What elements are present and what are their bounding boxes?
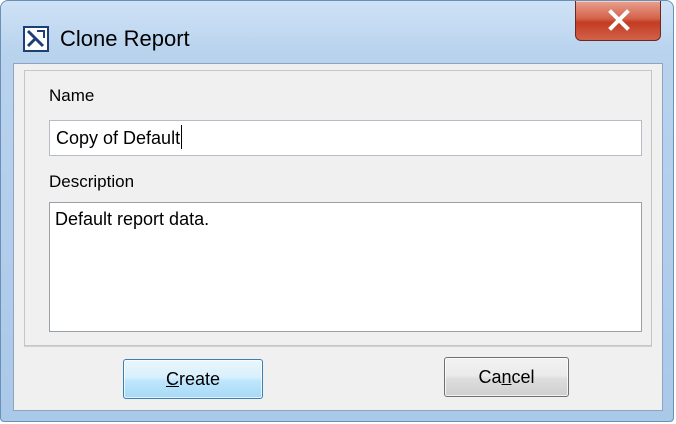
cancel-button[interactable]: Cancel [444,357,569,397]
cancel-label-post: cel [511,367,535,387]
report-icon [23,26,49,52]
name-input[interactable]: Copy of Default [49,120,642,156]
create-mnemonic: C [165,369,179,389]
description-value: Default report data. [55,209,210,229]
dialog-content: Name Copy of Default Description Default… [13,63,663,411]
cancel-label-pre: Ca [478,367,502,387]
button-divider [24,346,652,347]
cancel-mnemonic: n [501,367,512,387]
create-label: reate [178,369,221,389]
title-bar[interactable]: Clone Report [1,1,673,63]
create-button[interactable]: Create [123,359,263,399]
description-label: Description [49,172,135,191]
window-title: Clone Report [60,26,190,51]
name-label: Name [49,86,95,105]
clone-report-dialog: Clone Report Name Copy of Default Descri… [0,0,674,422]
close-icon [608,9,630,31]
close-button[interactable] [575,1,661,41]
name-input-value: Copy of Default [56,128,181,148]
description-textarea[interactable]: Default report data. [49,202,642,332]
text-caret [181,125,183,149]
